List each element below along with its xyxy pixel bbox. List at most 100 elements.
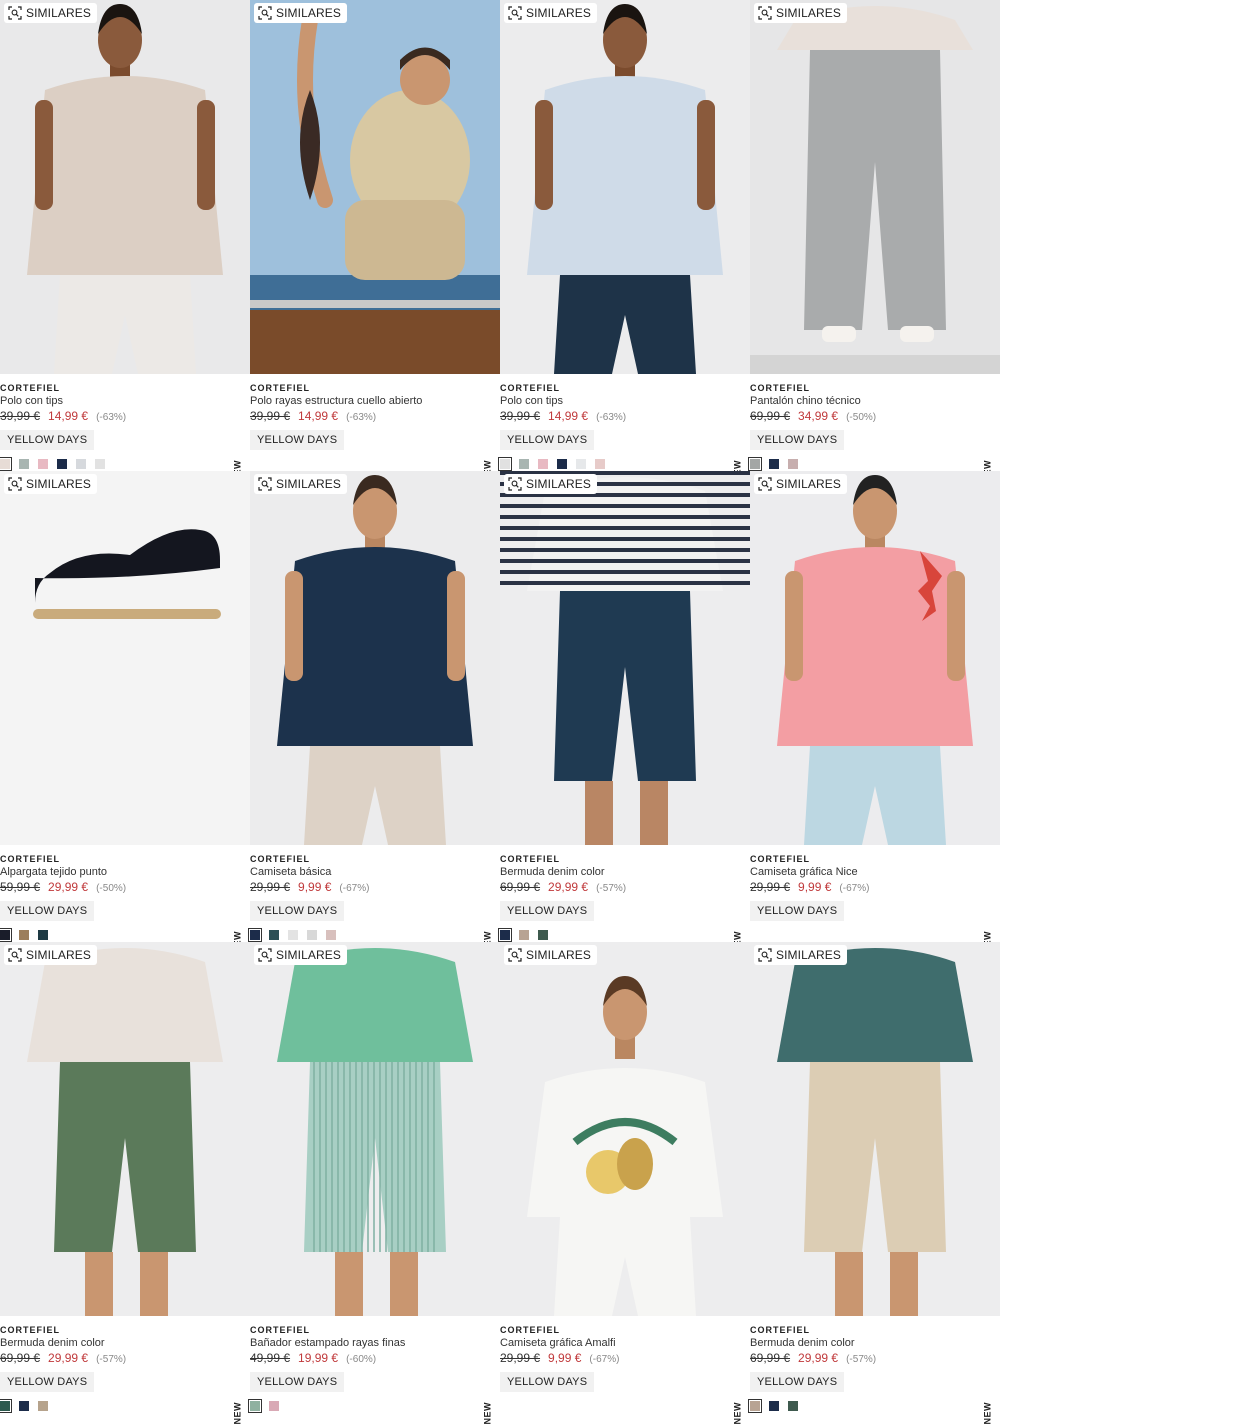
color-swatch[interactable] [498, 928, 512, 942]
sale-price: 9,99 € [798, 880, 832, 894]
product-card[interactable]: SIMILARES NEW CORTEFIEL Polo con tips 39… [498, 0, 750, 483]
product-card[interactable]: SIMILARES NEW CORTEFIEL Polo con tips 39… [0, 0, 250, 483]
color-swatch[interactable] [248, 928, 262, 942]
product-brand: CORTEFIEL [500, 854, 560, 864]
color-swatch[interactable] [557, 459, 567, 469]
similares-button[interactable]: SIMILARES [504, 474, 597, 494]
product-name[interactable]: Camiseta gráfica Nice [750, 865, 1000, 879]
product-card[interactable]: SIMILARES NEW CORTEFIEL Bermuda denim co… [748, 942, 1000, 1425]
sale-price: 14,99 € [48, 409, 89, 423]
color-swatch[interactable] [519, 459, 529, 469]
color-swatch[interactable] [538, 930, 548, 940]
similares-button[interactable]: SIMILARES [254, 474, 347, 494]
product-image[interactable] [500, 942, 750, 1316]
color-swatch[interactable] [307, 930, 317, 940]
similares-button[interactable]: SIMILARES [4, 474, 97, 494]
color-swatch[interactable] [19, 930, 29, 940]
product-card[interactable]: SIMILARES NEW CORTEFIEL Camiseta gráfica… [500, 942, 750, 1425]
product-name[interactable]: Polo con tips [0, 394, 250, 408]
color-swatch[interactable] [326, 930, 336, 940]
product-card[interactable]: SIMILARES NEW CORTEFIEL Bermuda denim co… [0, 942, 250, 1425]
product-card[interactable]: SIMILARES NEW CORTEFIEL Camiseta básica … [248, 471, 500, 954]
similares-button[interactable]: SIMILARES [4, 3, 97, 23]
color-swatch[interactable] [0, 1399, 12, 1413]
promo-badge: YELLOW DAYS [500, 901, 595, 921]
product-name[interactable]: Camiseta gráfica Amalfi [500, 1336, 750, 1350]
similares-button[interactable]: SIMILARES [254, 945, 347, 965]
product-card[interactable]: SIMILARES NEW CORTEFIEL Bañador estampad… [248, 942, 500, 1425]
product-image[interactable] [0, 0, 250, 374]
product-image[interactable] [0, 942, 250, 1316]
color-swatch[interactable] [269, 930, 279, 940]
color-swatch[interactable] [0, 928, 12, 942]
discount-percent: (-50%) [96, 883, 127, 894]
product-name[interactable]: Pantalón chino técnico [750, 394, 1000, 408]
product-name[interactable]: Bermuda denim color [0, 1336, 250, 1350]
discount-percent: (-63%) [346, 412, 377, 423]
color-swatch[interactable] [576, 459, 586, 469]
color-swatch[interactable] [19, 459, 29, 469]
promo-badge: YELLOW DAYS [250, 1372, 345, 1392]
product-card[interactable]: SIMILARES NEW CORTEFIEL Camiseta gráfica… [750, 471, 1000, 954]
product-name[interactable]: Bañador estampado rayas finas [250, 1336, 500, 1350]
similares-button[interactable]: SIMILARES [754, 945, 847, 965]
similares-button[interactable]: SIMILARES [754, 474, 847, 494]
color-swatch[interactable] [519, 930, 529, 940]
color-swatches [0, 1399, 48, 1413]
product-image[interactable] [750, 942, 1000, 1316]
product-name[interactable]: Bermuda denim color [750, 1336, 1000, 1350]
product-name[interactable]: Camiseta básica [250, 865, 500, 879]
color-swatch[interactable] [38, 1401, 48, 1411]
color-swatch[interactable] [76, 459, 86, 469]
product-name[interactable]: Alpargata tejido punto [0, 865, 250, 879]
product-card[interactable]: SIMILARES NEW CORTEFIEL Pantalón chino t… [748, 0, 1000, 483]
color-swatch[interactable] [769, 1401, 779, 1411]
promo-badge: YELLOW DAYS [0, 901, 95, 921]
product-image[interactable] [250, 471, 500, 845]
similares-button[interactable]: SIMILARES [254, 3, 347, 23]
similares-button[interactable]: SIMILARES [754, 3, 847, 23]
product-card[interactable]: SIMILARES NEW CORTEFIEL Alpargata tejido… [0, 471, 250, 954]
discount-percent: (-67%) [589, 1354, 620, 1365]
product-name[interactable]: Polo rayas estructura cuello abierto [250, 394, 500, 408]
color-swatch[interactable] [595, 459, 605, 469]
similares-button[interactable]: SIMILARES [4, 945, 97, 965]
color-swatch[interactable] [38, 459, 48, 469]
product-image[interactable] [500, 0, 750, 374]
color-swatch[interactable] [538, 459, 548, 469]
color-swatch[interactable] [248, 1399, 262, 1413]
product-image[interactable] [250, 942, 500, 1316]
product-brand: CORTEFIEL [250, 854, 310, 864]
color-swatch[interactable] [788, 459, 798, 469]
color-swatch[interactable] [769, 459, 779, 469]
color-swatch[interactable] [0, 457, 12, 471]
product-image[interactable] [500, 471, 750, 845]
color-swatch[interactable] [498, 457, 512, 471]
color-swatch[interactable] [57, 459, 67, 469]
color-swatch[interactable] [288, 930, 298, 940]
product-image[interactable] [750, 0, 1000, 374]
color-swatch[interactable] [95, 459, 105, 469]
color-swatch[interactable] [748, 1399, 762, 1413]
product-image[interactable] [250, 0, 500, 374]
product-name[interactable]: Polo con tips [500, 394, 750, 408]
product-card[interactable]: SIMILARES NEW CORTEFIEL Bermuda denim co… [498, 471, 750, 954]
color-swatch[interactable] [788, 1401, 798, 1411]
visual-search-icon [258, 948, 272, 962]
product-name[interactable]: Bermuda denim color [500, 865, 750, 879]
color-swatch[interactable] [38, 930, 48, 940]
color-swatches [498, 928, 548, 942]
product-image[interactable] [750, 471, 1000, 845]
similares-label: SIMILARES [26, 948, 91, 962]
similares-button[interactable]: SIMILARES [504, 945, 597, 965]
product-image[interactable] [0, 471, 250, 845]
color-swatch[interactable] [19, 1401, 29, 1411]
similares-label: SIMILARES [526, 948, 591, 962]
promo-badge: YELLOW DAYS [500, 430, 595, 450]
color-swatch[interactable] [269, 1401, 279, 1411]
similares-button[interactable]: SIMILARES [504, 3, 597, 23]
color-swatch[interactable] [748, 457, 762, 471]
promo-badge: YELLOW DAYS [750, 430, 845, 450]
product-card[interactable]: SIMILARES NEW CORTEFIEL Polo rayas estru… [250, 0, 500, 483]
visual-search-icon [508, 6, 522, 20]
